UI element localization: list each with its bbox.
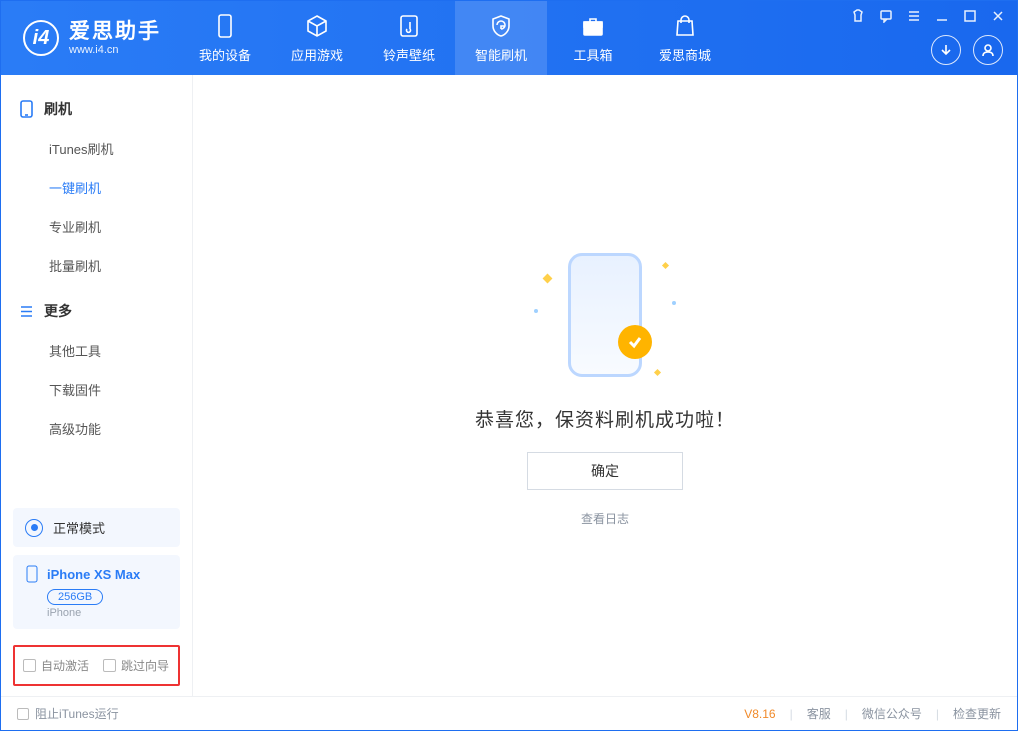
title-bar: i4 爱思助手 www.i4.cn 我的设备 应用游戏 铃声壁纸 智能刷机 (1, 1, 1017, 75)
feedback-icon[interactable] (877, 7, 895, 25)
nav-ringtones[interactable]: 铃声壁纸 (363, 1, 455, 75)
flash-options-box: 自动激活 跳过向导 (13, 645, 180, 686)
logo-icon: i4 (23, 20, 59, 56)
shield-icon (488, 13, 514, 39)
success-message: 恭喜您，保资料刷机成功啦！ (475, 405, 735, 432)
sidebar-item-other-tools[interactable]: 其他工具 (1, 331, 192, 370)
sidebar-item-itunes-flash[interactable]: iTunes刷机 (1, 129, 192, 168)
nav-flash[interactable]: 智能刷机 (455, 1, 547, 75)
music-icon (396, 13, 422, 39)
main-content: 恭喜您，保资料刷机成功啦！ 确定 查看日志 (193, 75, 1017, 696)
auto-activate-checkbox[interactable]: 自动激活 (23, 657, 89, 674)
success-illustration (530, 245, 680, 385)
device-storage-badge: 256GB (47, 589, 103, 605)
download-button[interactable] (931, 35, 961, 65)
skip-guide-checkbox[interactable]: 跳过向导 (103, 657, 169, 674)
nav-toolbox[interactable]: 工具箱 (547, 1, 639, 75)
device-icon (212, 13, 238, 39)
footer-link-wechat[interactable]: 微信公众号 (862, 705, 922, 722)
phone-icon (19, 100, 34, 118)
block-itunes-checkbox[interactable]: 阻止iTunes运行 (17, 705, 119, 722)
phone-icon (25, 565, 39, 583)
sidebar-group-more: 更多 (1, 291, 192, 331)
bag-icon (672, 13, 698, 39)
footer-link-update[interactable]: 检查更新 (953, 705, 1001, 722)
maximize-icon[interactable] (961, 7, 979, 25)
menu-icon[interactable] (905, 7, 923, 25)
close-icon[interactable] (989, 7, 1007, 25)
sidebar-item-onekey-flash[interactable]: 一键刷机 (1, 168, 192, 207)
sidebar-item-download-firmware[interactable]: 下载固件 (1, 370, 192, 409)
sidebar-item-batch-flash[interactable]: 批量刷机 (1, 246, 192, 285)
ok-button[interactable]: 确定 (527, 452, 683, 490)
footer-link-support[interactable]: 客服 (807, 705, 831, 722)
app-logo: i4 爱思助手 www.i4.cn (1, 20, 179, 56)
sidebar-group-flash: 刷机 (1, 89, 192, 129)
toolbox-icon (580, 13, 606, 39)
main-nav: 我的设备 应用游戏 铃声壁纸 智能刷机 工具箱 爱思商城 (179, 1, 731, 75)
sidebar-item-pro-flash[interactable]: 专业刷机 (1, 207, 192, 246)
minimize-icon[interactable] (933, 7, 951, 25)
device-mode-status[interactable]: 正常模式 (13, 508, 180, 547)
app-url: www.i4.cn (69, 44, 161, 56)
skin-icon[interactable] (849, 7, 867, 25)
status-dot-icon (25, 519, 43, 537)
check-icon (618, 325, 652, 359)
cube-icon (304, 13, 330, 39)
version-label: V8.16 (744, 707, 775, 721)
device-card[interactable]: iPhone XS Max 256GB iPhone (13, 555, 180, 629)
user-button[interactable] (973, 35, 1003, 65)
sidebar: 刷机 iTunes刷机 一键刷机 专业刷机 批量刷机 更多 其他工具 下载固件 … (1, 75, 193, 696)
nav-my-device[interactable]: 我的设备 (179, 1, 271, 75)
sidebar-item-advanced[interactable]: 高级功能 (1, 409, 192, 448)
view-log-link[interactable]: 查看日志 (581, 510, 629, 527)
app-name: 爱思助手 (69, 20, 161, 43)
nav-apps[interactable]: 应用游戏 (271, 1, 363, 75)
nav-store[interactable]: 爱思商城 (639, 1, 731, 75)
status-bar: 阻止iTunes运行 V8.16 | 客服 | 微信公众号 | 检查更新 (1, 696, 1017, 730)
list-icon (19, 304, 34, 319)
window-controls (849, 7, 1007, 25)
device-type: iPhone (47, 607, 168, 619)
header-actions (931, 35, 1003, 65)
device-name: iPhone XS Max (47, 567, 140, 582)
